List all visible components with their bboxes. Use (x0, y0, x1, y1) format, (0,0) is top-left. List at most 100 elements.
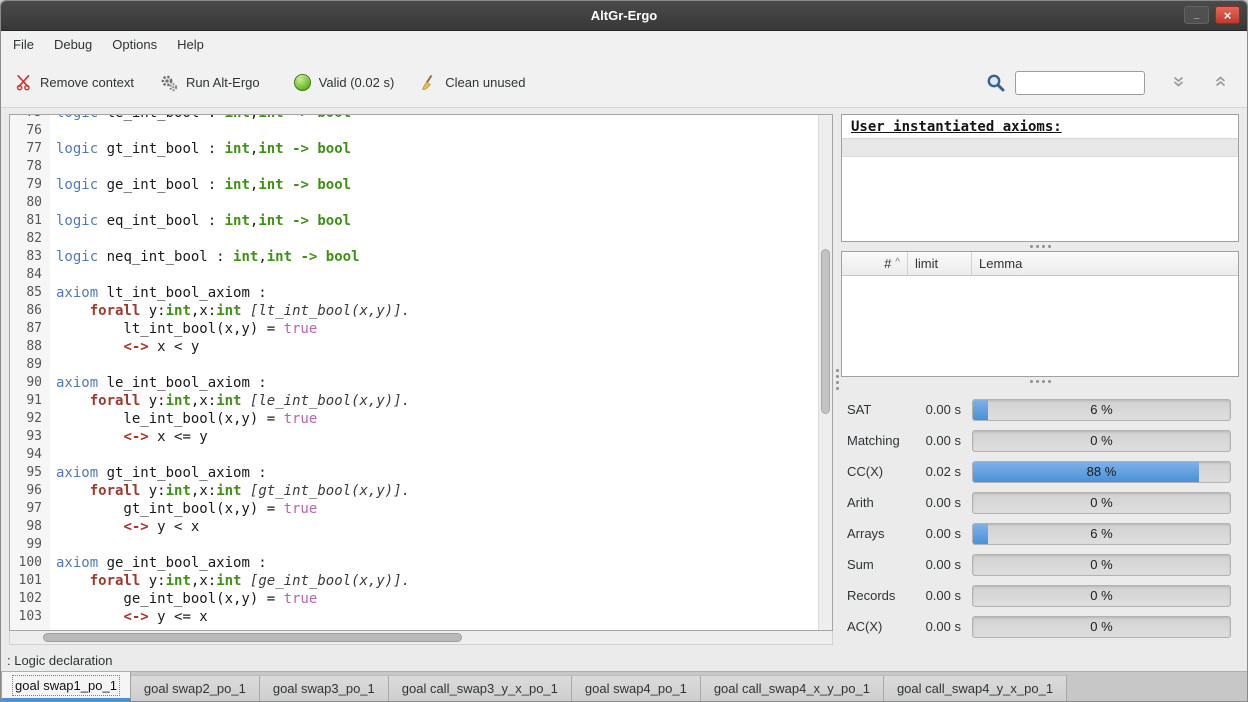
jump-down-button[interactable] (1165, 70, 1191, 96)
jump-up-button[interactable] (1207, 70, 1233, 96)
column-header-lemma[interactable]: Lemma (972, 252, 1238, 275)
progress-text-ac-x: 0 % (973, 617, 1230, 637)
code-line-103: <-> y <= x (56, 608, 818, 626)
sort-ascending-icon: ^ (895, 257, 900, 268)
code-line-101: forall y:int,x:int [ge_int_bool(x,y)]. (56, 572, 818, 590)
minimize-button[interactable]: _ (1184, 6, 1209, 24)
editor-horizontal-scrollbar[interactable] (9, 631, 833, 645)
clean-unused-button[interactable]: Clean unused (420, 74, 525, 91)
line-number-88: 88 (10, 338, 50, 356)
code-line-96: forall y:int,x:int [gt_int_bool(x,y)]. (56, 482, 818, 500)
app-window: AltGr-Ergo _ × FileDebugOptionsHelp Remo… (0, 0, 1248, 702)
tab-goal-swap3-po-1[interactable]: goal swap3_po_1 (260, 675, 389, 701)
stat-label-ac-x: AC(X) (847, 619, 915, 634)
code-line-99 (56, 536, 818, 554)
line-number-95: 95 (10, 464, 50, 482)
line-number-77: 77 (10, 140, 50, 158)
line-number-97: 97 (10, 500, 50, 518)
chevron-up-icon (1213, 74, 1228, 92)
stat-time-sum: 0.00 s (915, 557, 961, 572)
line-number-75: 75 (10, 115, 50, 122)
code-line-102: ge_int_bool(x,y) = true (56, 590, 818, 608)
pane-splitter-vertical[interactable] (833, 114, 841, 645)
code-line-97: gt_int_bool(x,y) = true (56, 500, 818, 518)
stat-row-cc-x: CC(X)0.02 s88 % (847, 456, 1231, 487)
line-number-79: 79 (10, 176, 50, 194)
code-line-88: <-> x < y (56, 338, 818, 356)
stat-time-records: 0.00 s (915, 588, 961, 603)
menu-file[interactable]: File (3, 31, 44, 58)
line-number-91: 91 (10, 392, 50, 410)
lemma-table-body[interactable] (842, 276, 1238, 376)
run-alt-ergo-button[interactable]: Run Alt-Ergo (160, 74, 260, 92)
code-line-76 (56, 122, 818, 140)
code-line-86: forall y:int,x:int [lt_int_bool(x,y)]. (56, 302, 818, 320)
code-line-83: logic neq_int_bool : int,int -> bool (56, 248, 818, 266)
stat-label-matching: Matching (847, 433, 915, 448)
run-alt-ergo-label: Run Alt-Ergo (186, 75, 260, 90)
line-number-92: 92 (10, 410, 50, 428)
code-line-80 (56, 194, 818, 212)
pane-splitter-horizontal-2[interactable] (841, 377, 1239, 386)
tab-goal-swap2-po-1[interactable]: goal swap2_po_1 (131, 675, 260, 701)
line-number-82: 82 (10, 230, 50, 248)
code-line-89 (56, 356, 818, 374)
tab-goal-swap4-po-1[interactable]: goal swap4_po_1 (572, 675, 701, 701)
tab-goal-call-swap3-y-x-po-1[interactable]: goal call_swap3_y_x_po_1 (389, 675, 572, 701)
menu-help[interactable]: Help (167, 31, 214, 58)
splitter-grip-icon (836, 369, 839, 372)
vertical-scrollbar-thumb[interactable] (821, 249, 830, 414)
progress-bar-arith: 0 % (972, 492, 1231, 514)
code-line-85: axiom lt_int_bool_axiom : (56, 284, 818, 302)
progress-bar-arrays: 6 % (972, 523, 1231, 545)
tab-label: goal call_swap4_x_y_po_1 (714, 681, 870, 696)
code-line-98: <-> y < x (56, 518, 818, 536)
code-line-82 (56, 230, 818, 248)
stat-label-cc-x: CC(X) (847, 464, 915, 479)
axioms-header-strip (842, 139, 1238, 157)
remove-context-button[interactable]: Remove context (15, 74, 134, 91)
line-number-98: 98 (10, 518, 50, 536)
progress-text-matching: 0 % (973, 431, 1230, 451)
code-editor[interactable]: 7576777879808182838485868788899091929394… (9, 114, 833, 631)
line-number-103: 103 (10, 608, 50, 626)
line-number-100: 100 (10, 554, 50, 572)
code-line-91: forall y:int,x:int [le_int_bool(x,y)]. (56, 392, 818, 410)
code-line-79: logic ge_int_bool : int,int -> bool (56, 176, 818, 194)
stat-label-sum: Sum (847, 557, 915, 572)
splitter-grip-icon (1030, 380, 1033, 383)
progress-bar-sum: 0 % (972, 554, 1231, 576)
code-line-100: axiom ge_int_bool_axiom : (56, 554, 818, 572)
splitter-grip-icon (1030, 245, 1033, 248)
user-axioms-panel: User instantiated axioms: (841, 114, 1239, 242)
editor-viewport: 7576777879808182838485868788899091929394… (10, 115, 818, 630)
code-line-81: logic eq_int_bool : int,int -> bool (56, 212, 818, 230)
toolbar: Remove context Run Alt-Ergo Valid (0.02 … (1, 58, 1247, 108)
code-line-95: axiom gt_int_bool_axiom : (56, 464, 818, 482)
tab-label: goal swap2_po_1 (144, 681, 246, 696)
editor-vertical-scrollbar[interactable] (818, 115, 832, 630)
column-header-limit[interactable]: limit (908, 252, 972, 275)
menu-debug[interactable]: Debug (44, 31, 102, 58)
line-number-78: 78 (10, 158, 50, 176)
tab-label: goal swap3_po_1 (273, 681, 375, 696)
axioms-list[interactable] (842, 157, 1238, 241)
line-number-84: 84 (10, 266, 50, 284)
progress-text-arith: 0 % (973, 493, 1230, 513)
stat-row-arith: Arith0.00 s0 % (847, 487, 1231, 518)
code-area[interactable]: logic le_int_bool : int,int -> boollogic… (50, 115, 818, 630)
menu-options[interactable]: Options (102, 31, 167, 58)
user-axioms-title: User instantiated axioms: (842, 115, 1238, 139)
progress-text-sat: 6 % (973, 400, 1230, 420)
tab-goal-call-swap4-x-y-po-1[interactable]: goal call_swap4_x_y_po_1 (701, 675, 884, 701)
close-button[interactable]: × (1215, 6, 1240, 24)
pane-splitter-horizontal-1[interactable] (841, 242, 1239, 251)
line-number-86: 86 (10, 302, 50, 320)
search-input[interactable] (1015, 71, 1145, 95)
code-line-77: logic gt_int_bool : int,int -> bool (56, 140, 818, 158)
tab-goal-swap1-po-1[interactable]: goal swap1_po_1 (1, 671, 131, 701)
column-header-number[interactable]: # ^ (842, 252, 908, 275)
tab-goal-call-swap4-y-x-po-1[interactable]: goal call_swap4_y_x_po_1 (884, 675, 1067, 701)
horizontal-scrollbar-thumb[interactable] (43, 633, 462, 642)
code-line-84 (56, 266, 818, 284)
